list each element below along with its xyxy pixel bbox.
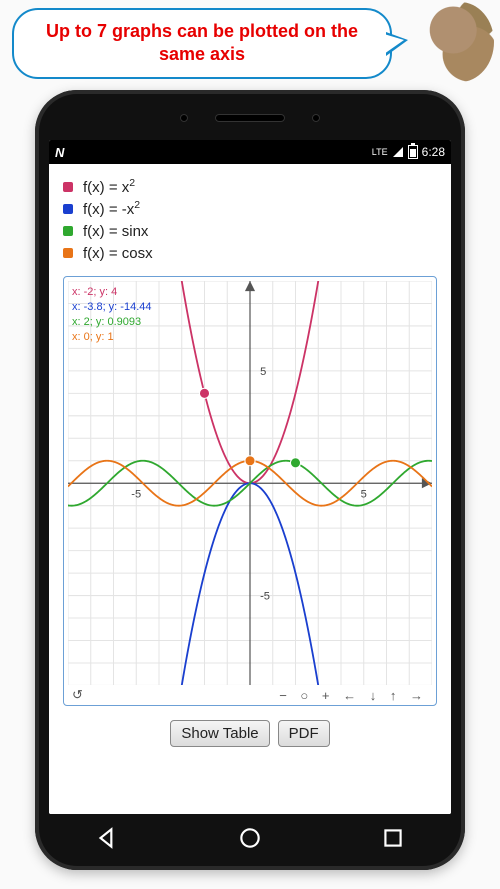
readouts: x: -2; y: 4 x: -3.8; y: -14.44 x: 2; y: … bbox=[72, 285, 151, 344]
callout-bubble: Up to 7 graphs can be plotted on the sam… bbox=[12, 8, 392, 79]
app-content: f(x) = x2 f(x) = -x2 f(x) = sinx f(x) = … bbox=[49, 164, 451, 814]
legend-item: f(x) = sinx bbox=[63, 220, 437, 242]
pan-right-icon[interactable]: → bbox=[405, 688, 428, 703]
phone-screen: N LTE 6:28 f(x) = x2 f(x) = -x2 bbox=[49, 140, 451, 814]
legend-item: f(x) = -x2 bbox=[63, 198, 437, 220]
status-time: 6:28 bbox=[422, 145, 445, 159]
legend-swatch bbox=[63, 182, 73, 192]
pdf-button[interactable]: PDF bbox=[278, 720, 330, 747]
pan-down-icon[interactable]: ↓ bbox=[365, 688, 382, 703]
readout: x: 2; y: 0.9093 bbox=[72, 315, 151, 330]
readout: x: 0; y: 1 bbox=[72, 330, 151, 345]
reset-icon[interactable]: ↺ bbox=[72, 687, 83, 703]
pan-up-icon[interactable]: ↑ bbox=[385, 688, 402, 703]
nav-back-icon[interactable] bbox=[94, 825, 120, 851]
phone-sensor bbox=[312, 114, 320, 122]
legend-label: f(x) = sinx bbox=[83, 220, 148, 242]
legend-label: f(x) = cosx bbox=[83, 242, 153, 264]
nav-home-icon[interactable] bbox=[237, 825, 263, 851]
legend-swatch bbox=[63, 204, 73, 214]
pan-left-icon[interactable]: ← bbox=[338, 688, 361, 703]
status-bar: N LTE 6:28 bbox=[49, 140, 451, 164]
n-indicator-icon: N bbox=[55, 145, 64, 160]
network-indicator: LTE bbox=[372, 147, 388, 157]
readout: x: -2; y: 4 bbox=[72, 285, 151, 300]
phone-frame: N LTE 6:28 f(x) = x2 f(x) = -x2 bbox=[35, 90, 465, 870]
phone-speaker bbox=[215, 114, 285, 122]
svg-text:5: 5 bbox=[361, 488, 367, 500]
svg-text:-5: -5 bbox=[131, 488, 141, 500]
zoom-out-icon[interactable]: − bbox=[274, 688, 292, 703]
squirrel-image bbox=[426, 2, 494, 82]
button-row: Show Table PDF bbox=[63, 720, 437, 747]
zoom-reset-icon[interactable]: ○ bbox=[295, 688, 313, 703]
legend-item: f(x) = x2 bbox=[63, 176, 437, 198]
readout: x: -3.8; y: -14.44 bbox=[72, 300, 151, 315]
legend-label: f(x) = x2 bbox=[83, 176, 135, 198]
plot-container: x: -2; y: 4 x: -3.8; y: -14.44 x: 2; y: … bbox=[63, 276, 437, 706]
android-navbar bbox=[35, 818, 465, 858]
plot-controls-right: − ○ + ← ↓ ↑ → bbox=[274, 688, 428, 703]
zoom-in-icon[interactable]: + bbox=[317, 688, 335, 703]
svg-text:5: 5 bbox=[260, 366, 266, 378]
legend-swatch bbox=[63, 248, 73, 258]
svg-text:-5: -5 bbox=[260, 591, 270, 603]
plot-controls: ↺ − ○ + ← ↓ ↑ → bbox=[68, 685, 432, 703]
callout-area: Up to 7 graphs can be plotted on the sam… bbox=[0, 0, 500, 90]
phone-camera bbox=[180, 114, 188, 122]
legend-item: f(x) = cosx bbox=[63, 242, 437, 264]
status-right: LTE 6:28 bbox=[372, 145, 445, 159]
legend-swatch bbox=[63, 226, 73, 236]
nav-recent-icon[interactable] bbox=[380, 825, 406, 851]
show-table-button[interactable]: Show Table bbox=[170, 720, 269, 747]
function-legend: f(x) = x2 f(x) = -x2 f(x) = sinx f(x) = … bbox=[63, 176, 437, 264]
legend-label: f(x) = -x2 bbox=[83, 198, 140, 220]
signal-icon bbox=[392, 146, 404, 158]
callout-text: Up to 7 graphs can be plotted on the sam… bbox=[46, 21, 358, 64]
battery-icon bbox=[408, 145, 418, 159]
